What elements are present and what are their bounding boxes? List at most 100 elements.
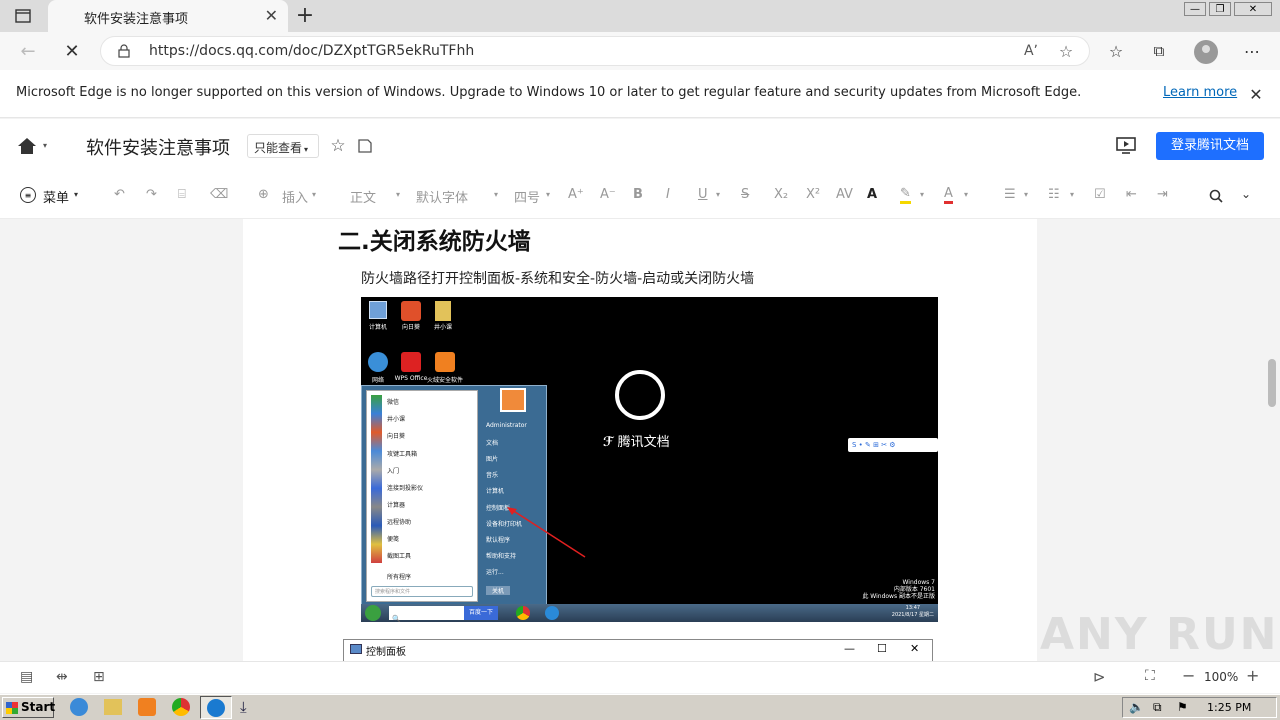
address-bar[interactable]: https://docs.qq.com/doc/DZXptTGR5ekRuTFh…	[100, 36, 1090, 66]
win7-start-orb[interactable]	[365, 605, 381, 621]
strikethrough-icon[interactable]: S	[741, 187, 749, 202]
font-size-select[interactable]: 四号	[514, 187, 540, 206]
superscript-icon[interactable]: X²	[806, 187, 820, 202]
insert-button[interactable]: 插入	[282, 187, 308, 206]
start-menu-item[interactable]: 远程协助	[387, 517, 411, 526]
start-menu-link[interactable]: 音乐	[486, 470, 498, 479]
search-icon[interactable]	[1208, 188, 1224, 204]
cp-minimize-icon[interactable]: —	[844, 642, 855, 655]
document-status-icon[interactable]	[356, 137, 374, 155]
underline-dropdown-icon[interactable]: ▾	[716, 190, 720, 199]
add-favorite-icon[interactable]: ☆	[1056, 41, 1076, 61]
zoom-in-icon[interactable]: +	[1246, 666, 1259, 685]
undo-icon[interactable]: ↶	[114, 187, 125, 202]
collapse-toolbar-icon[interactable]: ⌄	[1241, 187, 1251, 201]
menu-button[interactable]: 菜单	[43, 187, 69, 206]
baidu-search-button[interactable]: 百度一下	[464, 606, 498, 620]
start-menu-item[interactable]: 截图工具	[387, 551, 411, 560]
start-menu-link[interactable]: 计算机	[486, 486, 504, 495]
embedded-screenshot-control-panel[interactable]: 控制面板 — ☐ ✕	[343, 639, 933, 661]
start-menu-item[interactable]: 向日葵	[387, 431, 405, 440]
outline-icon[interactable]: ▤	[20, 669, 33, 685]
lock-icon[interactable]	[117, 43, 131, 59]
bullet-dropdown-icon[interactable]: ▾	[1024, 190, 1028, 199]
style-dropdown-icon[interactable]: ▾	[396, 190, 400, 199]
close-tab-icon[interactable]: ✕	[265, 6, 278, 25]
start-menu-item[interactable]: 计算器	[387, 500, 405, 509]
bold-icon[interactable]: B	[633, 187, 643, 202]
star-icon[interactable]: ☆	[328, 136, 348, 156]
home-icon[interactable]	[16, 135, 38, 157]
more-menu-icon[interactable]: ⋯	[1240, 40, 1264, 62]
font-dropdown-icon[interactable]: ▾	[494, 190, 498, 199]
start-menu-link[interactable]: 图片	[486, 454, 498, 463]
win7-search-box[interactable]: 🔍	[389, 606, 464, 622]
document-title[interactable]: 软件安装注意事项	[86, 134, 230, 160]
clear-format-icon[interactable]: ⌫	[210, 187, 228, 202]
start-menu-item[interactable]: 入门	[387, 466, 399, 475]
home-dropdown-icon[interactable]: ▾	[40, 139, 50, 151]
close-window-icon[interactable]: ✕	[1234, 2, 1272, 16]
explorer-icon[interactable]	[104, 699, 122, 715]
volume-icon[interactable]: 🔈	[1129, 700, 1144, 714]
media-player-icon[interactable]	[138, 698, 156, 716]
start-menu-link[interactable]: Administrator	[486, 422, 527, 429]
start-menu-link[interactable]: 运行...	[486, 567, 504, 576]
start-menu-item[interactable]: 攻键工具箱	[387, 449, 417, 458]
italic-icon[interactable]: I	[666, 187, 670, 202]
shutdown-button[interactable]: 关机	[486, 586, 511, 595]
size-dropdown-icon[interactable]: ▾	[546, 190, 550, 199]
flag-icon[interactable]: ⚑	[1177, 700, 1188, 714]
profile-avatar[interactable]	[1194, 40, 1218, 64]
format-painter-icon[interactable]: ⌸	[178, 187, 186, 202]
read-aloud-icon[interactable]: Aʼ	[1021, 41, 1041, 61]
menu-dropdown-icon[interactable]: ▾	[74, 190, 78, 199]
insert-plus-icon[interactable]: ⊕	[258, 187, 269, 202]
login-button[interactable]: 登录腾讯文档	[1156, 132, 1264, 160]
redo-icon[interactable]: ↷	[146, 187, 157, 202]
start-menu-item[interactable]: 便笺	[387, 534, 399, 543]
subscript-icon[interactable]: X₂	[774, 187, 788, 202]
outdent-icon[interactable]: ⇤	[1126, 187, 1137, 202]
edge-icon[interactable]	[545, 606, 559, 620]
font-color-dropdown-icon[interactable]: ▾	[964, 190, 968, 199]
paragraph-style-select[interactable]: 正文	[350, 187, 376, 206]
bullet-list-icon[interactable]: ☰	[1004, 187, 1016, 202]
tab-actions-icon[interactable]	[14, 8, 32, 24]
numbered-dropdown-icon[interactable]: ▾	[1070, 190, 1074, 199]
start-menu-link[interactable]: 文档	[486, 438, 498, 447]
all-programs-link[interactable]: 所有程序	[387, 572, 411, 581]
increase-font-icon[interactable]: A⁺	[568, 187, 584, 202]
fullscreen-icon[interactable]: ⛶	[1145, 668, 1155, 684]
page-scrollbar-thumb[interactable]	[1268, 359, 1276, 407]
collections-icon[interactable]: ⧉	[1148, 40, 1170, 62]
cp-maximize-icon[interactable]: ☐	[877, 642, 887, 655]
page-width-icon[interactable]: ⇹	[56, 669, 68, 685]
char-spacing-icon[interactable]: AV	[836, 187, 853, 202]
numbered-list-icon[interactable]: ☷	[1048, 187, 1060, 202]
view-mode-dropdown[interactable]: 只能查看 ▾	[247, 134, 319, 158]
presentation-icon[interactable]	[1115, 135, 1137, 157]
start-menu-item[interactable]: 井小课	[387, 414, 405, 423]
embedded-screenshot-start-menu[interactable]: 计算机 向日葵 井小课 网络 WPS Office 火绒安全软件 ℱ 腾讯文档 …	[361, 297, 938, 622]
close-infobar-icon[interactable]: ✕	[1246, 84, 1266, 104]
minimize-icon[interactable]: —	[1184, 2, 1206, 16]
page-layout-icon[interactable]: ⊞	[93, 669, 105, 685]
highlight-icon[interactable]: ✎	[900, 187, 911, 204]
zoom-out-icon[interactable]: −	[1182, 666, 1195, 685]
play-icon[interactable]: ⊳	[1093, 668, 1106, 686]
chrome-icon[interactable]	[172, 698, 190, 716]
checklist-icon[interactable]: ☑	[1094, 187, 1106, 202]
start-search-box[interactable]: 搜索程序和文件	[371, 586, 473, 597]
font-family-select[interactable]: 默认字体	[416, 187, 468, 206]
back-icon[interactable]: ←	[16, 40, 40, 62]
new-tab-icon[interactable]: +	[294, 3, 316, 28]
start-button[interactable]: Start	[2, 697, 55, 718]
chrome-icon[interactable]	[516, 606, 530, 620]
restore-icon[interactable]: ❐	[1209, 2, 1231, 16]
download-icon[interactable]: ⤓	[240, 698, 247, 716]
stop-loading-icon[interactable]: ✕	[60, 40, 84, 62]
indent-icon[interactable]: ⇥	[1157, 187, 1168, 202]
network-icon[interactable]: ⧉	[1153, 700, 1162, 715]
zoom-level[interactable]: 100%	[1204, 670, 1238, 684]
